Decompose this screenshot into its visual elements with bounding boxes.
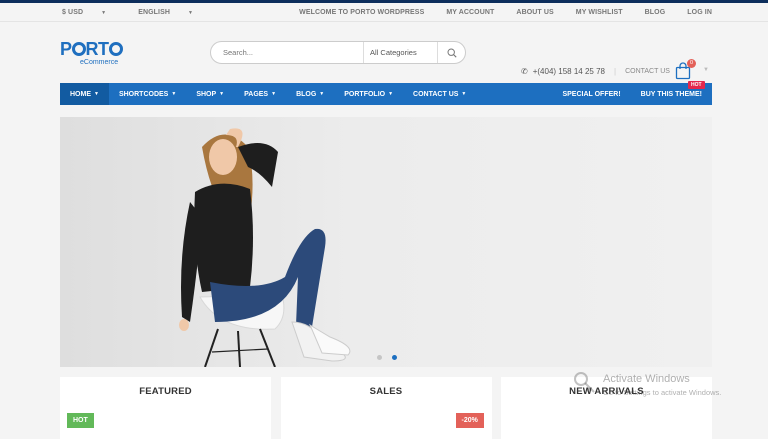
link-about-us[interactable]: ABOUT US xyxy=(516,9,553,16)
chevron-down-icon: ▼ xyxy=(461,91,467,97)
menu-item-blog[interactable]: BLOG ▼ xyxy=(286,83,334,105)
hero-slider[interactable] xyxy=(60,117,712,367)
windows-activation-watermark: Activate Windows Go to Settings to activ… xyxy=(572,370,768,410)
menu-item-portfolio[interactable]: PORTFOLIO ▼ xyxy=(334,83,403,105)
section-title-sales: SALES xyxy=(369,386,403,397)
slider-pagination xyxy=(377,355,407,360)
menu-item-pages[interactable]: PAGES ▼ xyxy=(234,83,286,105)
search-button[interactable] xyxy=(437,42,465,63)
welcome-text: WELCOME TO PORTO WORDPRESS xyxy=(299,8,425,16)
phone-icon: ✆ xyxy=(521,67,528,76)
phone-number: +(404) 158 14 25 78 xyxy=(532,67,605,76)
logo-o-mark xyxy=(108,41,123,56)
chevron-down-icon: ▼ xyxy=(171,91,177,97)
chevron-down-icon: ▼ xyxy=(188,9,194,16)
menu-item-special-offer[interactable]: SPECIAL OFFER! xyxy=(552,83,630,105)
chevron-down-icon: ▼ xyxy=(219,91,225,97)
link-my-account[interactable]: MY ACCOUNT xyxy=(446,9,494,16)
menu-item-shop[interactable]: SHOP ▼ xyxy=(186,83,234,105)
site-logo[interactable]: P RT eCommerce xyxy=(60,40,150,66)
currency-switcher[interactable]: $ USD ▼ xyxy=(62,9,122,16)
slider-dot-active[interactable] xyxy=(392,355,397,360)
featured-box: FEATURED HOT xyxy=(60,377,271,439)
chevron-down-icon: ▼ xyxy=(388,91,394,97)
watermark-text: Go to Settings to activate Windows. xyxy=(603,388,722,397)
top-bar: $ USD ▼ ENGLISH ▼ WELCOME TO PORTO WORDPRE… xyxy=(0,3,768,21)
search-form: All Categories xyxy=(210,41,466,64)
sales-box: SALES -20% xyxy=(280,377,492,439)
search-icon xyxy=(446,47,457,58)
hot-label: HOT xyxy=(67,413,94,428)
menu-item-home[interactable]: HOME ▼ xyxy=(60,83,109,105)
cart-button[interactable]: 0 xyxy=(675,59,696,82)
main-menu: HOME ▼ SHORTCODES ▼ SHOP ▼ PAGES ▼ BLOG ▼ POR… xyxy=(60,83,712,105)
chevron-down-icon: ▼ xyxy=(101,9,107,16)
chevron-down-icon: ▼ xyxy=(319,91,325,97)
slider-dot[interactable] xyxy=(377,355,382,360)
site-header: PRT eCommerce All Categories ✆ +(404) 15… xyxy=(0,22,768,83)
language-switcher[interactable]: ENGLISH ▼ xyxy=(138,9,209,16)
key-icon xyxy=(574,372,595,393)
cart-count-badge: 0 xyxy=(687,59,696,68)
menu-item-contact-us[interactable]: CONTACT US ▼ xyxy=(403,83,476,105)
logo-o-mark xyxy=(71,41,86,56)
chevron-down-icon: ▼ xyxy=(271,91,277,97)
watermark-title: Activate Windows xyxy=(603,373,690,385)
section-title-featured: FEATURED xyxy=(139,386,192,397)
contact-us-link[interactable]: CONTACT US xyxy=(625,68,670,75)
menu-item-shortcodes[interactable]: SHORTCODES ▼ xyxy=(109,83,186,105)
category-select[interactable]: All Categories xyxy=(363,42,437,63)
link-blog[interactable]: BLOG xyxy=(645,9,666,16)
link-my-wishlist[interactable]: MY WISHLIST xyxy=(576,9,623,16)
chevron-down-icon: ▼ xyxy=(94,91,99,97)
divider: | xyxy=(613,67,617,76)
chevron-down-icon[interactable]: ▼ xyxy=(703,67,709,73)
logo-subtitle: eCommerce xyxy=(80,58,119,66)
hot-badge: HOT xyxy=(688,81,705,89)
search-input[interactable] xyxy=(211,42,363,63)
discount-label: -20% xyxy=(455,413,484,428)
link-log-in[interactable]: LOG IN xyxy=(687,9,712,16)
header-contact: ✆ +(404) 158 14 25 78 | CONTACT US xyxy=(521,67,670,76)
hero-model-image xyxy=(179,128,351,367)
